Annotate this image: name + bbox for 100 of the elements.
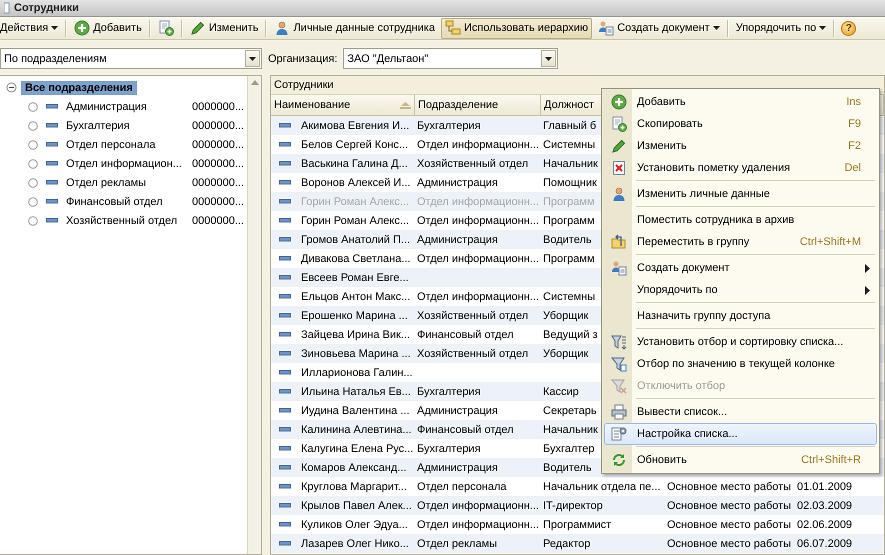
toolbar-button[interactable]: Личные данные сотрудника bbox=[270, 18, 439, 38]
table-cell: Отдел информационн... bbox=[417, 194, 539, 208]
dash-icon bbox=[279, 465, 291, 470]
caret-icon bbox=[545, 56, 552, 60]
filter-cross-icon bbox=[611, 378, 627, 394]
item-code: 0000000... bbox=[192, 214, 244, 226]
tree-item[interactable]: Отдел информацион... bbox=[64, 158, 190, 170]
item-code: 0000000... bbox=[192, 100, 244, 112]
filter-icon bbox=[611, 356, 627, 372]
dash-icon bbox=[279, 256, 291, 261]
shortcut-label: F2 bbox=[848, 140, 861, 152]
toolbar-button[interactable]: Изменить bbox=[186, 18, 262, 38]
table-cell: Белов Сергей Конс... bbox=[301, 138, 408, 152]
table-cell: 02.06.2009 bbox=[797, 518, 852, 532]
item-code: 0000000... bbox=[192, 176, 244, 188]
dash-icon bbox=[46, 104, 58, 109]
table-cell: Евсеев Роман Евге... bbox=[301, 270, 409, 284]
tree-item[interactable]: Отдел персонала bbox=[64, 138, 190, 150]
dash-icon bbox=[279, 370, 291, 375]
table-cell: Хозяйственный отдел bbox=[417, 156, 528, 170]
table-cell: Калинина Алевтина... bbox=[301, 422, 412, 436]
dash-icon bbox=[279, 313, 291, 318]
filter-list-icon bbox=[611, 334, 627, 350]
tree-item[interactable]: Хозяйственный отдел bbox=[64, 214, 190, 226]
caret-icon bbox=[249, 56, 256, 60]
item-code: 0000000... bbox=[192, 120, 244, 132]
table-cell: Отдел информационн... bbox=[417, 518, 539, 532]
menu-button[interactable]: Упорядочить по bbox=[732, 18, 830, 38]
table-cell: Отдел информационн... bbox=[417, 138, 539, 152]
table-cell: Бухгалтерия bbox=[417, 442, 481, 456]
help-button[interactable]: ? bbox=[841, 20, 856, 36]
table-cell: Ельцов Антон Макс... bbox=[301, 290, 410, 304]
scrollbar[interactable] bbox=[247, 76, 261, 554]
menu-item[interactable]: Изменить F2 bbox=[604, 135, 877, 157]
menu-item[interactable]: Вывести список... bbox=[604, 401, 877, 423]
menu-item[interactable]: Упорядочить по bbox=[604, 279, 877, 301]
menu-item[interactable]: Настройка списка... bbox=[604, 423, 877, 445]
toolbar-button[interactable]: Добавить bbox=[70, 18, 146, 38]
menu-item[interactable]: Обновить Ctrl+Shift+R bbox=[604, 449, 877, 471]
plus-icon bbox=[611, 94, 627, 110]
menu-item[interactable]: Поместить сотрудника в архив bbox=[604, 209, 877, 231]
menu-item[interactable]: Отбор по значению в текущей колонке bbox=[604, 353, 877, 375]
table-cell: Администрация bbox=[417, 232, 498, 246]
table-cell: Администрация bbox=[417, 404, 498, 418]
dash-icon bbox=[46, 180, 58, 185]
column-header[interactable]: Подразделение bbox=[418, 99, 498, 111]
tree-item[interactable]: Все подразделения bbox=[21, 80, 137, 94]
plus-icon bbox=[74, 20, 90, 36]
menu-item[interactable]: Назначить группу доступа bbox=[604, 305, 877, 327]
tree-item[interactable]: Администрация bbox=[64, 100, 190, 112]
table-cell: Основное место работы bbox=[667, 480, 792, 494]
table-cell: Ильина Наталья Ев... bbox=[301, 384, 411, 398]
table-cell: Системны bbox=[543, 290, 596, 304]
menu-item[interactable]: Добавить Ins bbox=[604, 91, 877, 113]
table-cell: Громов Анатолий П... bbox=[301, 232, 410, 246]
menu-button[interactable]: Создать документ bbox=[594, 18, 724, 38]
column-header[interactable]: Должност bbox=[544, 99, 594, 111]
table-cell: Хозяйственный отдел bbox=[417, 308, 528, 322]
menu-item[interactable]: Установить пометку удаления Del bbox=[604, 157, 877, 179]
table-cell: Основное место работы bbox=[667, 518, 792, 532]
window-icon bbox=[4, 2, 10, 14]
organization-dropdown[interactable]: ЗАО "Дельтаон" bbox=[343, 48, 558, 69]
tree-item[interactable]: Отдел рекламы bbox=[64, 176, 190, 188]
table-cell: Горин Роман Алекс... bbox=[301, 194, 409, 208]
menu-item[interactable]: Переместить в группу Ctrl+Shift+M bbox=[604, 231, 877, 253]
table-cell: Администрация bbox=[417, 176, 498, 190]
item-code: 0000000... bbox=[192, 196, 244, 208]
dash-icon bbox=[279, 408, 291, 413]
column-header[interactable]: Наименование bbox=[274, 99, 350, 111]
window-title: Сотрудники bbox=[14, 2, 79, 14]
table-cell: 06.07.2009 bbox=[797, 536, 852, 550]
table-cell: Помощник bbox=[543, 176, 597, 190]
panel-title: Сотрудники bbox=[274, 78, 334, 92]
menu-button[interactable]: Действия bbox=[0, 18, 62, 38]
dash-icon bbox=[279, 161, 291, 166]
grouping-dropdown[interactable]: По подразделениям bbox=[0, 48, 262, 69]
tree-item[interactable]: Финансовый отдел bbox=[64, 196, 190, 208]
table-cell: Системны bbox=[543, 138, 596, 152]
organization-label: Организация: bbox=[268, 52, 338, 64]
menu-item[interactable]: Скопировать F9 bbox=[604, 113, 877, 135]
table-cell: Хозяйственный отдел bbox=[417, 346, 528, 360]
menu-item[interactable]: Создать документ bbox=[604, 257, 877, 279]
collapse-icon[interactable] bbox=[6, 82, 17, 93]
table-cell: Зиновьева Марина ... bbox=[301, 346, 411, 360]
table-cell: Комаров Александ... bbox=[301, 460, 406, 474]
table-cell: Отдел информационн... bbox=[417, 214, 539, 228]
tree-item[interactable]: Бухгалтерия bbox=[64, 120, 190, 132]
table-cell: Отдел информационн... bbox=[417, 498, 539, 512]
table-cell: Программ bbox=[543, 194, 595, 208]
item-code: 0000000... bbox=[192, 138, 244, 150]
table-cell: Отдел рекламы bbox=[417, 536, 498, 550]
table-cell: Уборщик bbox=[543, 308, 588, 322]
table-cell: Главный б bbox=[543, 118, 596, 132]
dash-icon bbox=[279, 142, 291, 147]
menu-item[interactable]: Изменить личные данные bbox=[604, 183, 877, 205]
dash-icon bbox=[46, 199, 58, 204]
menu-item[interactable]: Установить отбор и сортировку списка... bbox=[604, 331, 877, 353]
table-cell: 01.01.2009 bbox=[797, 480, 852, 494]
toolbar-button[interactable]: Использовать иерархию bbox=[440, 18, 592, 38]
table-cell: Уборщик bbox=[543, 346, 588, 360]
